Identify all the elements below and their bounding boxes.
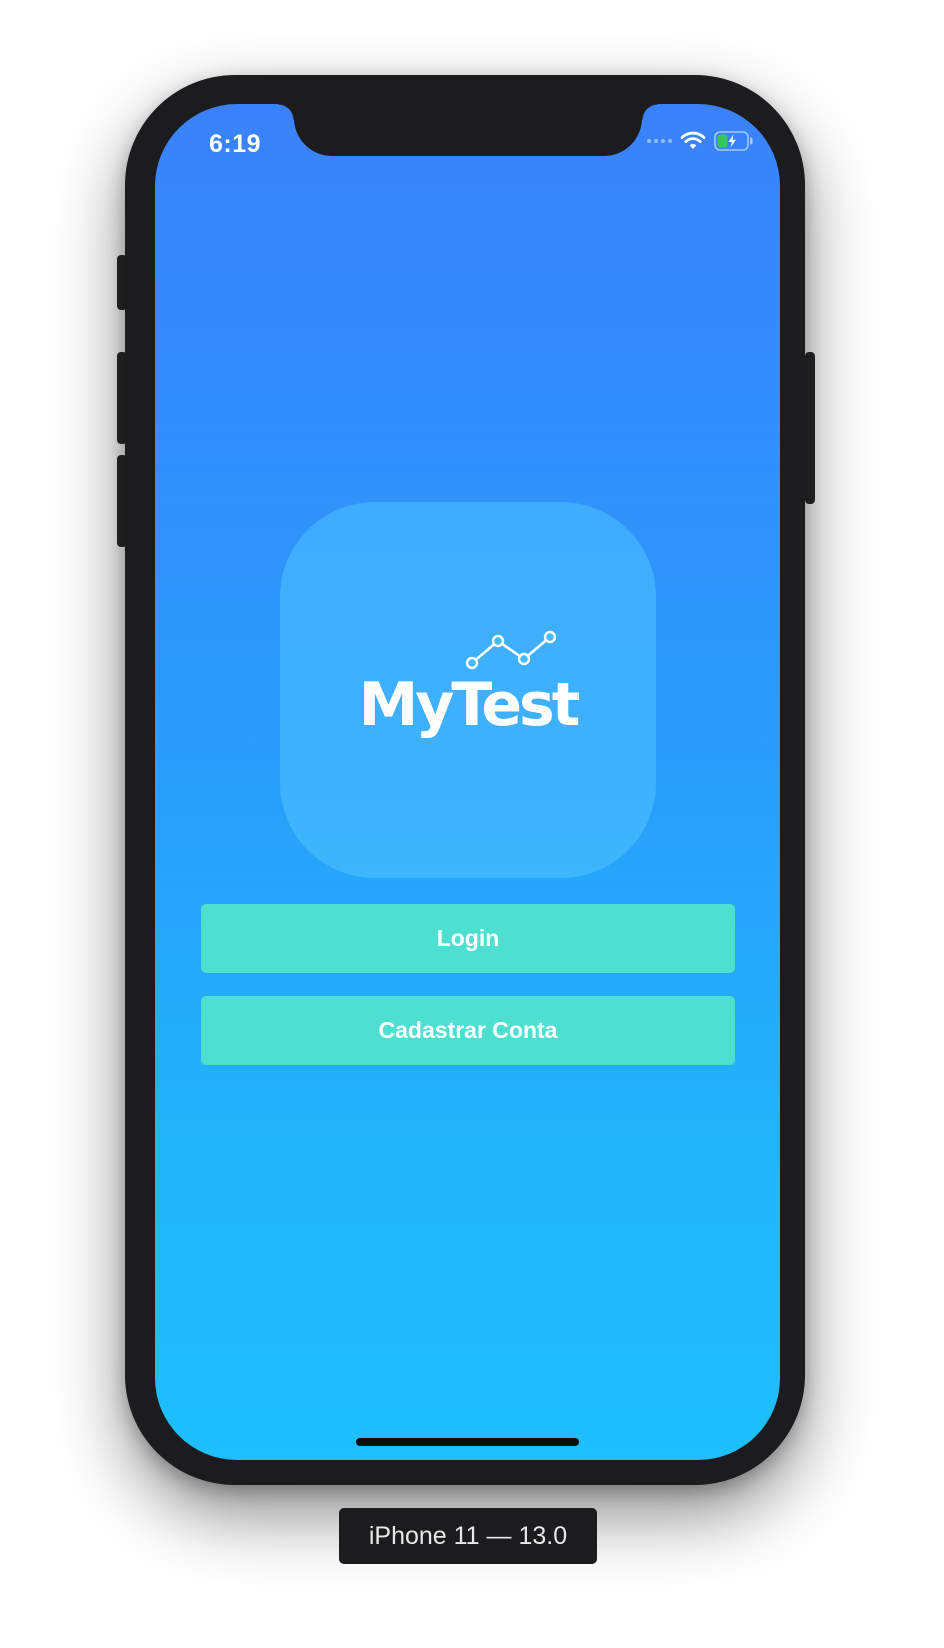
simulator-device-label: iPhone 11 — 13.0 — [339, 1508, 597, 1564]
wifi-icon — [680, 131, 706, 149]
home-indicator[interactable] — [356, 1438, 579, 1446]
app-logo: MyTest — [280, 502, 656, 878]
login-button[interactable]: Login — [201, 904, 735, 973]
line-chart-icon — [465, 630, 557, 670]
battery-charging-icon — [714, 131, 753, 151]
register-account-button[interactable]: Cadastrar Conta — [201, 996, 735, 1065]
power-button — [805, 352, 815, 504]
signal-icon — [647, 139, 672, 143]
notch — [278, 104, 658, 156]
status-icons — [647, 131, 754, 151]
status-time: 6:19 — [209, 130, 262, 158]
app-screen: 6:19 MyTest Login Cadastrar Conta — [155, 104, 780, 1460]
logo-text: MyTest — [358, 670, 581, 740]
